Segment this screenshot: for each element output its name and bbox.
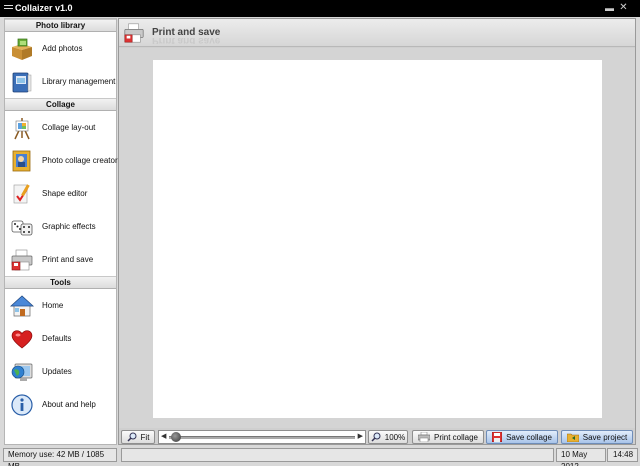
slider-right-arrow-icon[interactable]: ▶ <box>358 432 363 442</box>
app-menu-icon[interactable] <box>4 5 13 11</box>
shape-pen-icon <box>13 183 30 203</box>
sidebar-item-label: Print and save <box>42 255 94 264</box>
save-disk-icon <box>492 432 503 442</box>
section-header-tools: Tools <box>5 276 116 289</box>
sidebar-item-label: Library management <box>42 77 116 86</box>
sidebar-item-library-management[interactable]: Library management <box>5 65 116 98</box>
folder-save-icon <box>566 433 579 442</box>
memory-usage: Memory use: 42 MB / 1085 MB <box>3 448 117 466</box>
section-header-photo-library: Photo library <box>5 19 116 32</box>
dice-icon <box>11 220 33 235</box>
main-header: Print and save Print and save <box>119 19 635 47</box>
fit-label: Fit <box>140 432 150 442</box>
minimize-icon[interactable]: ▬ <box>604 3 615 13</box>
magnifier-icon <box>371 432 381 442</box>
sidebar-item-graphic-effects[interactable]: Graphic effects <box>5 210 116 243</box>
sidebar-item-label: About and help <box>42 400 96 409</box>
save-project-button[interactable]: Save project <box>561 430 633 444</box>
sidebar: Photo library Add photos Library managem… <box>4 18 118 445</box>
preview-area <box>119 48 635 428</box>
sidebar-item-label: Graphic effects <box>42 222 96 231</box>
section-header-collage: Collage <box>5 98 116 111</box>
sidebar-item-print-and-save[interactable]: Print and save <box>5 243 116 276</box>
print-collage-label: Print collage <box>433 432 479 442</box>
sidebar-item-home[interactable]: Home <box>5 289 116 322</box>
page-title-reflection: Print and save <box>152 37 221 44</box>
magnifier-icon <box>127 432 137 442</box>
main-panel: Print and save Print and save Fit ◀ ▶ 10… <box>118 18 636 445</box>
bottom-toolbar: Fit ◀ ▶ 100% Print collage Save collage … <box>119 429 635 444</box>
fit-button[interactable]: Fit <box>121 430 155 444</box>
status-bar: Memory use: 42 MB / 1085 MB 10 May 2012 … <box>0 447 640 466</box>
photo-frame-icon <box>12 150 31 171</box>
status-message <box>121 448 554 462</box>
collage-canvas[interactable] <box>153 60 602 418</box>
sidebar-item-about-and-help[interactable]: About and help <box>5 388 116 421</box>
sidebar-item-label: Home <box>42 301 64 310</box>
save-collage-label: Save collage <box>506 432 552 442</box>
zoom-slider[interactable]: ◀ ▶ <box>158 430 366 444</box>
zoom-label: 100% <box>384 432 406 442</box>
slider-left-arrow-icon[interactable]: ◀ <box>161 432 166 442</box>
sidebar-item-label: Defaults <box>42 334 72 343</box>
close-icon[interactable]: ✕ <box>618 3 629 13</box>
sidebar-item-label: Updates <box>42 367 72 376</box>
printer-icon <box>417 432 430 442</box>
info-icon <box>11 393 33 416</box>
sidebar-item-updates[interactable]: Updates <box>5 355 116 388</box>
printer-icon <box>124 23 144 43</box>
sidebar-item-label: Shape editor <box>42 189 88 198</box>
house-icon <box>10 295 34 316</box>
save-project-label: Save project <box>582 432 628 442</box>
globe-monitor-icon <box>11 363 33 381</box>
sidebar-item-add-photos[interactable]: Add photos <box>5 32 116 65</box>
sidebar-item-defaults[interactable]: Defaults <box>5 322 116 355</box>
window-title: Collaizer v1.0 <box>15 3 73 13</box>
sidebar-item-collage-layout[interactable]: Collage lay-out <box>5 111 116 144</box>
sidebar-item-label: Collage lay-out <box>42 123 96 132</box>
title-bar: Collaizer v1.0 ▬ ✕ <box>0 0 640 17</box>
sidebar-item-shape-editor[interactable]: Shape editor <box>5 177 116 210</box>
printer-icon <box>11 249 33 270</box>
app-frame: Photo library Add photos Library managem… <box>0 17 640 466</box>
print-collage-button[interactable]: Print collage <box>412 430 484 444</box>
sidebar-item-label: Photo collage creator <box>42 156 118 165</box>
slider-thumb[interactable] <box>171 432 181 442</box>
sidebar-item-label: Add photos <box>42 44 83 53</box>
sidebar-item-photo-collage-creator[interactable]: Photo collage creator <box>5 144 118 177</box>
library-book-icon <box>12 72 32 92</box>
status-date: 10 May 2012 <box>556 448 606 466</box>
save-collage-button[interactable]: Save collage <box>486 430 558 444</box>
zoom-100-button[interactable]: 100% <box>368 430 408 444</box>
easel-icon <box>14 117 30 139</box>
status-time: 14:48 <box>607 448 638 462</box>
heart-icon <box>11 329 33 348</box>
slider-track <box>169 436 355 439</box>
box-with-photos-icon <box>12 38 32 60</box>
